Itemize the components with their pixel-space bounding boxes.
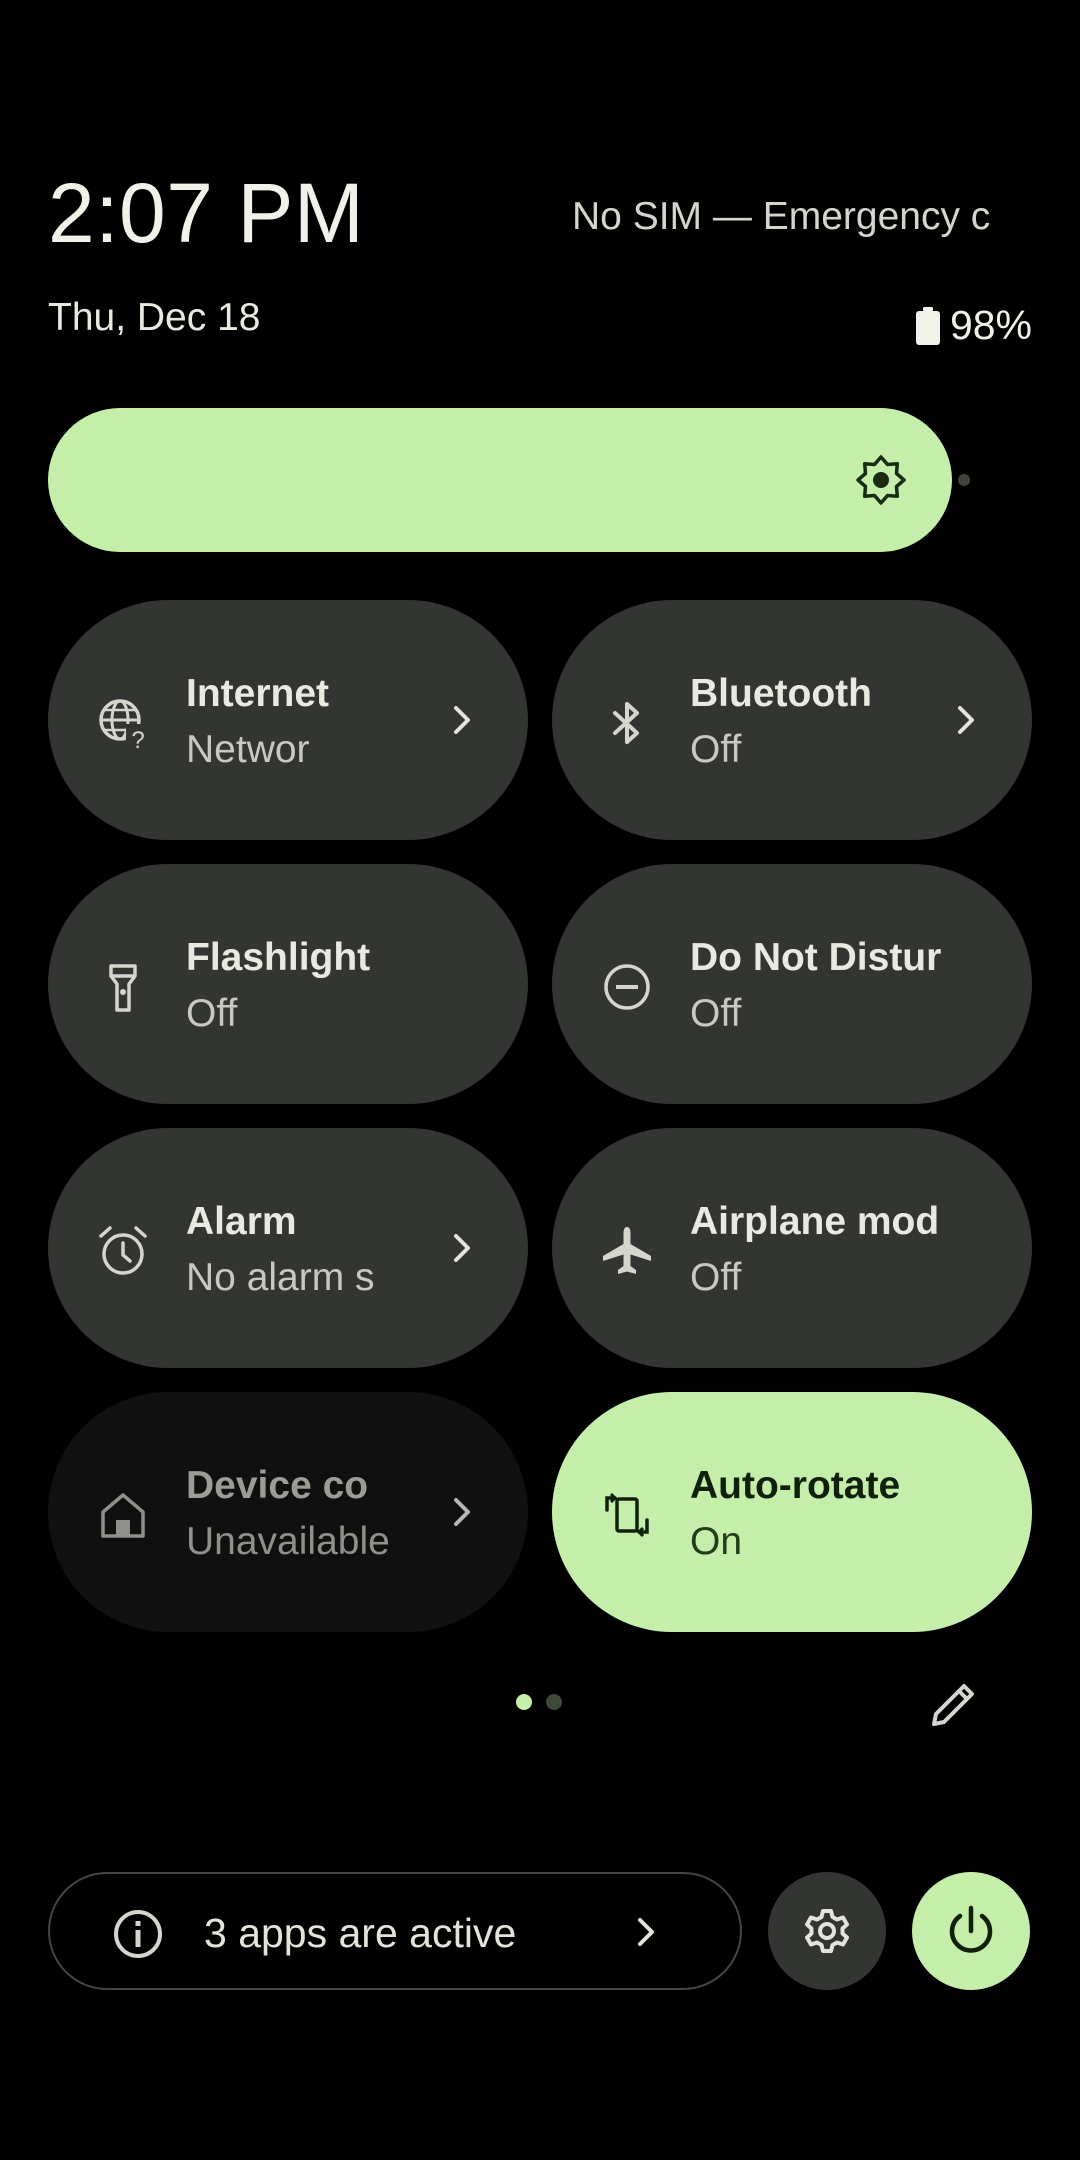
- svg-text:?: ?: [131, 727, 144, 750]
- tile-title: Bluetooth: [690, 672, 872, 715]
- tile-alarm[interactable]: Alarm No alarm s: [48, 1128, 528, 1368]
- chevron-right-icon[interactable]: [442, 1228, 482, 1268]
- tile-title: Flashlight: [186, 936, 371, 979]
- chevron-right-icon[interactable]: [442, 700, 482, 740]
- internet-unknown-icon: ?: [96, 696, 150, 754]
- battery-icon: [915, 306, 940, 345]
- active-apps-label: 3 apps are active: [204, 1910, 517, 1956]
- tile-text: Alarm No alarm s: [186, 1194, 448, 1306]
- brightness-icon: [856, 455, 906, 505]
- date[interactable]: Thu, Dec 18: [48, 296, 260, 340]
- bluetooth-icon: [600, 696, 654, 750]
- airplane-icon: [600, 1224, 654, 1278]
- brightness-slider-fill[interactable]: [48, 408, 952, 552]
- chevron-right-icon: [638, 1918, 654, 1946]
- chevron-right-icon[interactable]: [946, 700, 986, 740]
- do-not-disturb-icon: [600, 960, 654, 1014]
- tile-subtitle: Networ: [186, 728, 310, 771]
- gear-icon: [805, 1909, 849, 1953]
- battery-percentage: 98%: [949, 302, 1032, 348]
- edit-pencil-icon[interactable]: [926, 1676, 982, 1732]
- tile-do-not-disturb[interactable]: Do Not Distur Off: [552, 864, 1032, 1104]
- tile-text: Auto-rotate On: [690, 1458, 952, 1570]
- tile-text: Device co Unavailable: [186, 1458, 448, 1570]
- tile-home[interactable]: Device co Unavailable: [48, 1392, 528, 1632]
- battery-indicator[interactable]: 98%: [915, 302, 1032, 349]
- tile-bluetooth[interactable]: Bluetooth Off: [552, 600, 1032, 840]
- tile-auto-rotate[interactable]: Auto-rotate On: [552, 1392, 1032, 1632]
- tile-airplane[interactable]: Airplane mod Off: [552, 1128, 1032, 1368]
- tile-text: Do Not Distur Off: [690, 930, 952, 1042]
- tile-flashlight[interactable]: Flashlight Off: [48, 864, 528, 1104]
- tile-text: Internet Networ: [186, 666, 448, 778]
- alarm-icon: [96, 1224, 150, 1278]
- tile-title: Device co: [186, 1464, 369, 1507]
- tile-text: Flashlight Off: [186, 930, 448, 1042]
- tile-subtitle: On: [690, 1520, 743, 1563]
- tile-title: Do Not Distur: [690, 936, 942, 979]
- home-icon: [96, 1488, 150, 1542]
- tile-internet-unknown[interactable]: ? Internet Networ: [48, 600, 528, 840]
- tile-title: Internet: [186, 672, 330, 715]
- settings-button[interactable]: [768, 1872, 886, 1990]
- brightness-slider[interactable]: [48, 408, 972, 552]
- tile-text: Airplane mod Off: [690, 1194, 952, 1306]
- brightness-slider-end: [958, 474, 970, 486]
- carrier-text: No SIM — Emergency c: [572, 195, 991, 238]
- page-indicator: [516, 1694, 562, 1710]
- page-dot-1[interactable]: [516, 1694, 532, 1710]
- clock[interactable]: 2:07 PM: [48, 165, 364, 262]
- tile-subtitle: Off: [690, 992, 742, 1035]
- quick-settings-panel: 2:07 PM No SIM — Emergency c Thu, Dec 18…: [0, 0, 1080, 2160]
- tile-subtitle: Off: [690, 1256, 742, 1299]
- tile-subtitle: No alarm s: [186, 1256, 375, 1299]
- auto-rotate-icon: [600, 1488, 654, 1542]
- active-apps-button[interactable]: 3 apps are active: [48, 1872, 742, 1990]
- tile-title: Auto-rotate: [690, 1464, 901, 1507]
- tile-subtitle: Unavailable: [186, 1520, 390, 1563]
- power-icon: [949, 1905, 993, 1953]
- info-icon: [114, 1910, 162, 1958]
- tile-title: Airplane mod: [690, 1200, 940, 1243]
- tile-subtitle: Off: [690, 728, 742, 771]
- tile-title: Alarm: [186, 1200, 297, 1243]
- tile-subtitle: Off: [186, 992, 238, 1035]
- chevron-right-icon[interactable]: [442, 1492, 482, 1532]
- tile-text: Bluetooth Off: [690, 666, 952, 778]
- power-button[interactable]: [912, 1872, 1030, 1990]
- page-dot-2[interactable]: [546, 1694, 562, 1710]
- flashlight-icon: [96, 960, 150, 1014]
